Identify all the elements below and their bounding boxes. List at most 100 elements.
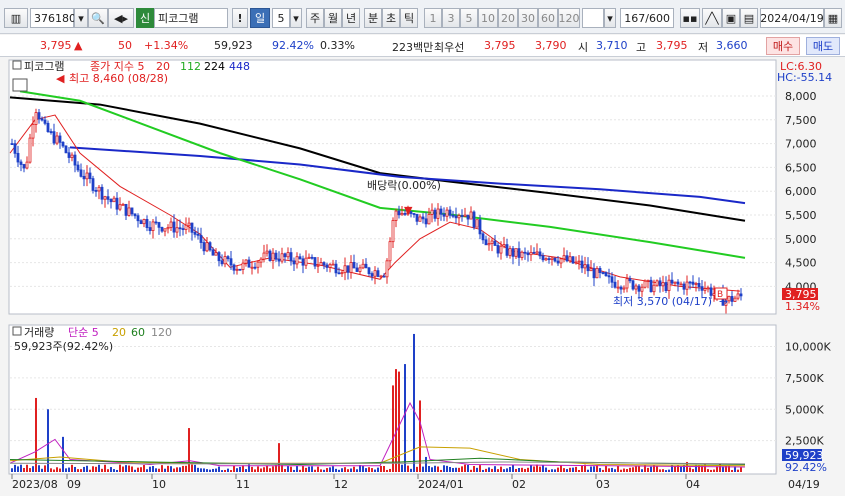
open-price: 3,710 [596,39,628,52]
chart-line-icon[interactable]: ╱╲ [702,8,722,28]
candle-body [274,252,278,260]
period-count-field[interactable]: 5 [272,8,290,28]
candle-body [133,213,137,217]
low-annotation: 최저 3,570 (04/17) [613,295,712,308]
volume-bar [455,467,457,472]
volume-bar [602,469,604,472]
volume-legend-name: 거래량 [24,326,54,339]
candle-body [76,164,80,171]
candle-body [640,286,644,292]
period-week-button[interactable]: 주 [306,8,324,28]
candle-body [445,209,449,217]
volume-bar [473,466,475,472]
candle-body [67,152,71,158]
candle-body [667,279,671,292]
alert-button[interactable]: ! [232,8,248,28]
candle-body [649,279,653,293]
candle-body [61,141,65,147]
candle-body [334,263,338,274]
candle-body [367,267,371,274]
volume-bar [659,469,661,472]
candle-body [475,219,479,228]
volume-bar [254,469,256,472]
candle-body [553,257,557,262]
interval-20-button[interactable]: 20 [498,8,518,28]
volume-bar [326,468,328,472]
volume-bar [320,469,322,472]
candle-body [424,218,428,225]
volume-bar [62,436,64,472]
code-dropdown-icon[interactable]: ▾ [74,8,88,28]
candle-body [286,252,290,258]
period-day-button[interactable]: 일 [250,8,270,28]
candle-body [463,214,467,217]
interval-5-button[interactable]: 5 [460,8,478,28]
candle-body [673,281,677,284]
interval-input[interactable] [582,8,604,28]
interval-30-button[interactable]: 30 [518,8,538,28]
grid-toggle-icon[interactable] [12,78,28,92]
search-icon[interactable]: 🔍 [88,8,108,28]
volume-bar [329,467,331,472]
candle-body [109,198,113,203]
candle-body [679,283,683,286]
stock-code-input[interactable]: 376180 [30,8,76,28]
volume-bar [83,466,85,472]
candle-body [175,227,179,233]
candle-body [16,152,20,163]
candle-body [451,214,455,217]
candle-body [268,250,272,261]
price-tick-label: 7,500 [785,114,817,127]
volume-bar [572,467,574,472]
candle-body [193,231,197,235]
period-month-button[interactable]: 월 [324,8,342,28]
interval-1-button[interactable]: 1 [424,8,442,28]
volume-bar [695,464,697,472]
volume-bar [557,467,559,472]
candle-body [319,262,323,266]
period-count-dropdown-icon[interactable]: ▾ [290,8,302,28]
volume-bar [638,465,640,472]
volume-legend-ma60: 60 [131,326,145,339]
candle-body [115,197,119,210]
calendar-icon[interactable]: ▦ [824,8,842,28]
volume-bar [260,468,262,472]
candle-body [58,135,62,143]
period-tick-button[interactable]: 틱 [400,8,418,28]
candle-body [493,240,497,246]
dropdown-icon[interactable]: ▥ [4,8,28,28]
stock-name-field[interactable]: 피코그램 [154,8,228,28]
buy-button[interactable]: 매수 [766,37,800,55]
interval-3-button[interactable]: 3 [442,8,460,28]
volume-bar [314,469,316,472]
candle-body [547,258,551,261]
candle-body [646,279,650,282]
interval-dropdown-icon[interactable]: ▾ [604,8,616,28]
sell-button[interactable]: 매도 [806,37,840,55]
period-minute-button[interactable]: 분 [364,8,382,28]
period-second-button[interactable]: 초 [382,8,400,28]
candle-body [439,208,443,215]
volume-bar [545,467,547,472]
interval-10-button[interactable]: 10 [478,8,498,28]
speaker-icon[interactable]: ◀▸ [108,8,134,28]
interval-120-button[interactable]: 120 [558,8,580,28]
volume-bar [68,467,70,472]
candle-body [55,135,59,144]
time-tick-label: 04 [686,478,700,491]
volume-bar [566,469,568,472]
save-icon[interactable]: ▣ [722,8,740,28]
candle-body [370,273,374,277]
candle-body [652,284,656,293]
volume-bar [251,466,253,472]
candle-body [238,268,242,271]
period-year-button[interactable]: 년 [342,8,360,28]
grid-icon[interactable]: ▤ [740,8,758,28]
volume-bar [137,467,139,472]
candle-body [46,122,50,132]
candle-body [730,296,734,302]
indicator-settings-icon[interactable]: ▪▪ [680,8,700,28]
candle-body [496,245,500,254]
interval-60-button[interactable]: 60 [538,8,558,28]
date-field[interactable]: 2024/04/19 [760,8,824,28]
